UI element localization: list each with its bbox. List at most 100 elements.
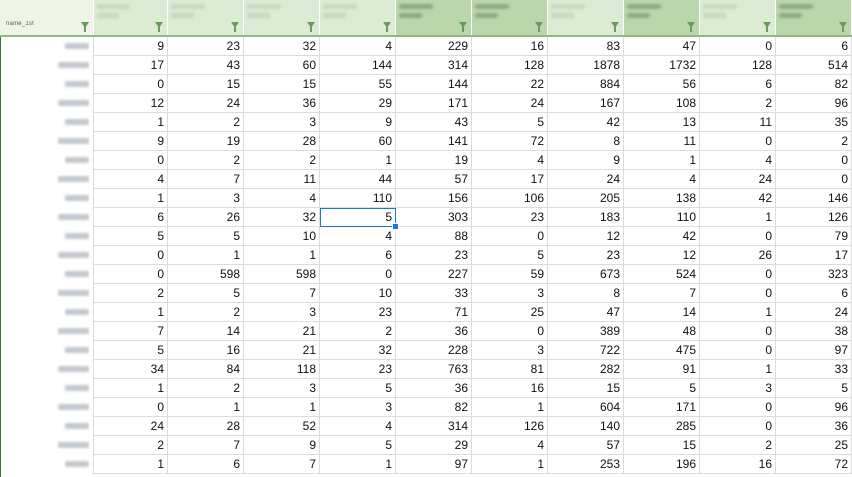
table-cell[interactable]: 5 (94, 341, 168, 360)
table-cell[interactable]: 6 (700, 75, 776, 94)
table-cell[interactable]: 17 (472, 170, 548, 189)
table-cell[interactable]: 16 (472, 379, 548, 398)
filter-icon[interactable] (307, 22, 315, 32)
table-cell[interactable]: 26 (700, 246, 776, 265)
name-cell[interactable] (0, 398, 94, 417)
table-cell[interactable]: 3 (168, 189, 244, 208)
name-cell[interactable] (0, 94, 94, 113)
table-cell[interactable]: 4 (472, 151, 548, 170)
table-cell[interactable]: 146 (776, 189, 852, 208)
table-cell[interactable]: 5 (624, 379, 700, 398)
table-cell[interactable]: 2 (168, 379, 244, 398)
name-cell[interactable] (0, 151, 94, 170)
filter-icon[interactable] (839, 22, 847, 32)
table-cell[interactable]: 4 (320, 37, 396, 56)
filter-icon[interactable] (535, 22, 543, 32)
table-cell[interactable]: 21 (244, 322, 320, 341)
table-cell[interactable]: 97 (776, 341, 852, 360)
table-cell[interactable]: 4 (244, 189, 320, 208)
table-cell[interactable]: 229 (396, 37, 472, 56)
name-cell[interactable] (0, 303, 94, 322)
name-cell[interactable] (0, 189, 94, 208)
table-cell[interactable]: 26 (168, 208, 244, 227)
table-cell[interactable]: 141 (396, 132, 472, 151)
table-cell[interactable]: 314 (396, 417, 472, 436)
table-cell[interactable]: 29 (320, 94, 396, 113)
table-cell[interactable]: 15 (168, 75, 244, 94)
table-cell[interactable]: 17 (776, 246, 852, 265)
table-cell[interactable]: 12 (548, 227, 624, 246)
table-cell[interactable]: 1 (94, 455, 168, 474)
table-cell[interactable]: 32 (244, 208, 320, 227)
table-cell[interactable]: 71 (396, 303, 472, 322)
table-cell[interactable]: 6 (776, 37, 852, 56)
table-cell[interactable]: 1 (700, 360, 776, 379)
header-cell-name[interactable]: name_1st (0, 0, 94, 35)
name-cell[interactable] (0, 455, 94, 474)
table-cell[interactable]: 24 (548, 170, 624, 189)
table-cell[interactable]: 42 (624, 227, 700, 246)
name-cell[interactable] (0, 417, 94, 436)
table-cell[interactable]: 3 (472, 341, 548, 360)
table-cell[interactable]: 5 (320, 436, 396, 455)
table-cell[interactable]: 0 (700, 37, 776, 56)
name-cell[interactable] (0, 37, 94, 56)
table-cell[interactable]: 22 (472, 75, 548, 94)
table-cell[interactable]: 1 (94, 379, 168, 398)
table-cell[interactable]: 82 (396, 398, 472, 417)
table-cell[interactable]: 0 (700, 322, 776, 341)
table-cell[interactable]: 4 (700, 151, 776, 170)
table-cell[interactable]: 1 (472, 398, 548, 417)
table-cell[interactable]: 205 (548, 189, 624, 208)
table-cell[interactable]: 323 (776, 265, 852, 284)
table-cell[interactable]: 7 (94, 322, 168, 341)
table-cell[interactable]: 15 (548, 379, 624, 398)
table-cell[interactable]: 2 (168, 151, 244, 170)
table-cell[interactable]: 128 (472, 56, 548, 75)
table-cell[interactable]: 1 (700, 208, 776, 227)
table-cell[interactable]: 36 (776, 417, 852, 436)
filter-icon[interactable] (763, 22, 771, 32)
table-cell[interactable]: 43 (168, 56, 244, 75)
name-cell[interactable] (0, 113, 94, 132)
table-cell[interactable]: 6 (776, 284, 852, 303)
table-cell[interactable]: 2 (168, 303, 244, 322)
table-cell[interactable]: 1878 (548, 56, 624, 75)
table-cell[interactable]: 23 (320, 360, 396, 379)
name-cell[interactable] (0, 436, 94, 455)
table-cell[interactable]: 5 (168, 284, 244, 303)
table-cell[interactable]: 14 (624, 303, 700, 322)
table-cell[interactable]: 16 (700, 455, 776, 474)
table-cell[interactable]: 32 (244, 37, 320, 56)
table-cell[interactable]: 673 (548, 265, 624, 284)
name-cell[interactable] (0, 75, 94, 94)
table-cell[interactable]: 9 (244, 436, 320, 455)
table-cell[interactable]: 72 (472, 132, 548, 151)
table-cell[interactable]: 0 (94, 246, 168, 265)
table-cell[interactable]: 156 (396, 189, 472, 208)
table-cell[interactable]: 91 (624, 360, 700, 379)
table-cell[interactable]: 475 (624, 341, 700, 360)
header-cell-col-9[interactable] (624, 0, 700, 35)
table-cell[interactable]: 1732 (624, 56, 700, 75)
table-cell[interactable]: 4 (320, 417, 396, 436)
table-cell[interactable]: 0 (700, 398, 776, 417)
table-cell[interactable]: 2 (168, 113, 244, 132)
table-cell[interactable]: 1 (94, 113, 168, 132)
table-cell[interactable]: 24 (168, 94, 244, 113)
table-cell[interactable]: 36 (244, 94, 320, 113)
table-cell[interactable]: 9 (94, 132, 168, 151)
table-cell[interactable]: 5 (472, 113, 548, 132)
table-cell[interactable]: 3 (320, 398, 396, 417)
table-cell[interactable]: 110 (320, 189, 396, 208)
table-cell[interactable]: 2 (776, 132, 852, 151)
table-cell[interactable]: 60 (320, 132, 396, 151)
table-cell[interactable]: 23 (472, 208, 548, 227)
table-cell[interactable]: 43 (396, 113, 472, 132)
name-cell[interactable] (0, 170, 94, 189)
table-cell[interactable]: 36 (396, 322, 472, 341)
table-cell[interactable]: 3 (472, 284, 548, 303)
table-cell[interactable]: 0 (320, 265, 396, 284)
name-cell[interactable] (0, 265, 94, 284)
table-cell[interactable]: 171 (624, 398, 700, 417)
